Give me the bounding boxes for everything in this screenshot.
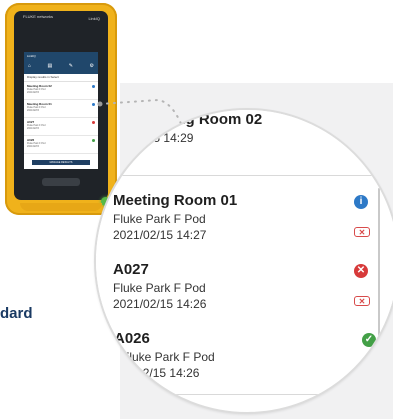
mini-status-dot-icon [92, 121, 95, 124]
mini-item-date: 2021/02/15 [27, 127, 39, 130]
manage-results-button[interactable]: MANAGE RESULTS [32, 160, 90, 165]
screen-status-text: LinkIQ [27, 54, 36, 58]
result-datetime: 2021/02/15 14:29 [100, 131, 194, 145]
mini-list-item[interactable]: A026 Fluke Park F Pod 2021/02/15 [24, 136, 98, 154]
device-screen: LinkIQ ⌂ ▤ ✎ ⚙ Display results in Select… [24, 52, 98, 169]
result-datetime: 2021/02/15 14:27 [113, 228, 207, 242]
device-brand-logo: FLUKE networks [23, 14, 54, 19]
tools-icon[interactable]: ✎ [69, 63, 73, 69]
partial-heading-text: dard [0, 305, 33, 322]
result-row[interactable]: Meeting Room 01 Fluke Park F Pod 2021/02/1… [96, 185, 393, 257]
screen-header: LinkIQ ⌂ ▤ ✎ ⚙ [24, 52, 98, 74]
device-foot [20, 203, 102, 211]
device-bezel: FLUKE networks LinkIQ LinkIQ ⌂ ▤ ✎ ⚙ Dis… [14, 11, 110, 206]
magnifier-circle: Meeting Room 02 Fluke Park F Pod 2021/02/1… [94, 108, 393, 414]
scrollbar[interactable] [378, 188, 380, 368]
mini-item-date: 2021/02/15 [27, 109, 39, 112]
mini-status-dot-icon [92, 139, 95, 142]
info-status-icon: i [354, 195, 368, 209]
result-row[interactable]: A027 Fluke Park F Pod 2021/02/15 14:26 ✕ ✕ [96, 254, 393, 326]
mini-status-dot-icon [92, 103, 95, 106]
device-speaker-grille [42, 178, 80, 186]
results-list: Meeting Room 02 Fluke Park F Pod 2021/02/1… [96, 110, 393, 412]
fail-flag-icon: ✕ [354, 227, 370, 237]
settings-icon[interactable]: ⚙ [90, 63, 94, 69]
result-datetime: 2021/02/15 14:26 [106, 366, 200, 380]
result-row[interactable]: Meeting Room 02Fluke Park F Pod2021/02/1… [96, 110, 393, 176]
result-title: Meeting Room 02 [138, 111, 263, 128]
pass-status-icon: ✓ [362, 333, 376, 347]
mini-list-item[interactable]: Meeting Room 02 Fluke Park F Pod 2021/02/1… [24, 82, 98, 100]
screen-results-list: Meeting Room 02 Fluke Park F Pod 2021/02/1… [24, 82, 98, 154]
result-title: A027 [113, 261, 149, 278]
home-icon[interactable]: ⌂ [28, 63, 31, 69]
screen-header-icons: ⌂ ▤ ✎ ⚙ [28, 63, 94, 69]
mini-status-dot-icon [92, 85, 95, 88]
result-title: Meeting Room 01 [113, 192, 238, 209]
result-location: Fluke Park F Pod [113, 281, 206, 295]
device-model-label: LinkIQ [88, 16, 100, 21]
mini-item-date: 2021/02/15 [27, 145, 39, 148]
screen-search-bar[interactable]: Display results in Select [24, 74, 98, 82]
mini-list-item[interactable]: A027 Fluke Park F Pod 2021/02/15 [24, 118, 98, 136]
result-title: A026 [114, 330, 150, 347]
results-icon[interactable]: ▤ [48, 63, 53, 69]
fail-status-icon: ✕ [354, 264, 368, 278]
result-location: Fluke Park F Pod [113, 212, 206, 226]
result-row[interactable]: A026 Fluke Park F Pod 2021/02/15 14:26 ✓ [96, 323, 393, 395]
result-location: Fluke Park F Pod [122, 350, 215, 364]
mini-item-date: 2021/02/15 [27, 91, 39, 94]
result-datetime: 2021/02/15 14:26 [113, 297, 207, 311]
fail-flag-icon: ✕ [354, 296, 370, 306]
mini-list-item[interactable]: Meeting Room 01 Fluke Park F Pod 2021/02/1… [24, 100, 98, 118]
